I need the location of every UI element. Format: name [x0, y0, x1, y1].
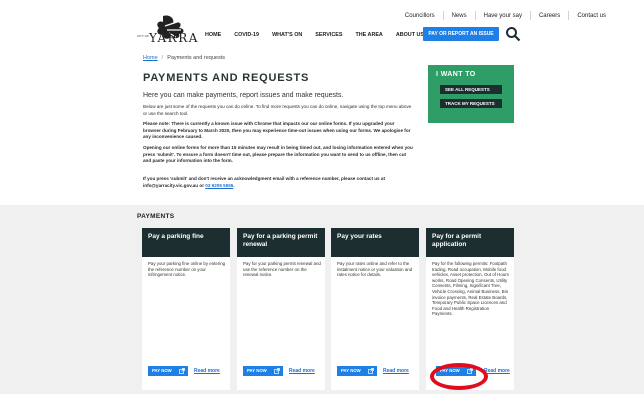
- timeout-notice-text: Opening our online forms for more than 1…: [143, 145, 413, 163]
- pay-now-label: PAY NOW: [341, 368, 361, 373]
- track-my-requests-button[interactable]: TRACK MY REQUESTS: [440, 99, 502, 109]
- card-title: Pay your rates: [331, 228, 419, 257]
- nav-whats-on[interactable]: WHAT'S ON: [272, 32, 302, 38]
- highlight-circle: [430, 363, 488, 390]
- utility-link-careers[interactable]: Careers: [531, 13, 568, 19]
- card-title: Pay for a parking permit renewal: [237, 228, 325, 257]
- main-nav: HOME COVID-19 WHAT'S ON SERVICES THE ARE…: [205, 32, 437, 38]
- nav-the-area[interactable]: THE AREA: [355, 32, 382, 38]
- see-all-requests-button[interactable]: SEE ALL REQUESTS: [440, 85, 502, 95]
- site-header: CITY OF YARRA Councillors News Have your…: [0, 0, 644, 60]
- read-more-link[interactable]: Read more: [383, 368, 409, 374]
- utility-nav: Councillors News Have your say Careers C…: [397, 11, 614, 20]
- external-link-icon: [179, 368, 185, 374]
- nav-covid[interactable]: COVID-19: [234, 32, 259, 38]
- read-more-link[interactable]: Read more: [194, 368, 220, 374]
- utility-link-have-your-say[interactable]: Have your say: [476, 13, 530, 19]
- breadcrumb-home[interactable]: Home: [143, 55, 158, 61]
- payments-section: PAYMENTS Pay a parking fine Pay your par…: [0, 205, 644, 394]
- logo-small-text: CITY OF: [137, 34, 149, 38]
- card-rates: Pay your rates Pay your rates online and…: [331, 228, 419, 390]
- breadcrumb-separator: /: [161, 55, 164, 61]
- breadcrumb: Home / Payments and requests: [143, 55, 225, 61]
- card-title: Pay a parking fine: [142, 228, 230, 257]
- external-link-icon: [274, 368, 280, 374]
- read-more-link[interactable]: Read more: [289, 368, 315, 374]
- utility-link-councillors[interactable]: Councillors: [397, 13, 443, 19]
- external-link-icon: [368, 368, 374, 374]
- read-more-link[interactable]: Read more: [484, 368, 510, 374]
- timeout-notice: Opening our online forms for more than 1…: [143, 145, 413, 165]
- nav-services[interactable]: SERVICES: [315, 32, 342, 38]
- chrome-notice: Please note: There is currently a known …: [143, 121, 413, 141]
- page-title: PAYMENTS AND REQUESTS: [143, 72, 310, 84]
- utility-link-news[interactable]: News: [444, 13, 475, 19]
- chrome-notice-text: Please note: There is currently a known …: [143, 121, 411, 139]
- contact-notice: If you press 'submit' and don't receive …: [143, 176, 413, 189]
- search-icon[interactable]: [505, 26, 521, 42]
- card-description: Pay your rates online and refer to the i…: [337, 261, 413, 278]
- card-parking-permit: Pay for a parking permit renewal Pay for…: [237, 228, 325, 390]
- page-lead: Here you can make payments, report issue…: [143, 92, 344, 99]
- pay-now-label: PAY NOW: [152, 368, 172, 373]
- pay-now-button[interactable]: PAY NOW: [337, 366, 377, 376]
- pay-or-report-button[interactable]: PAY OR REPORT AN ISSUE: [423, 27, 499, 41]
- card-description: Pay for the following permits: Footpath …: [432, 261, 509, 317]
- card-description: Pay your parking fine online by entering…: [148, 261, 226, 278]
- nav-home[interactable]: HOME: [205, 32, 221, 38]
- i-want-to-title: I WANT TO: [436, 71, 476, 78]
- pay-now-button[interactable]: PAY NOW: [148, 366, 188, 376]
- logo-wordmark[interactable]: YARRA: [149, 31, 199, 45]
- payments-heading: PAYMENTS: [137, 213, 175, 220]
- nav-about-us[interactable]: ABOUT US: [396, 32, 424, 38]
- contact-notice-text: If you press 'submit' and don't receive …: [143, 176, 385, 188]
- contact-notice-end: .: [233, 182, 235, 188]
- breadcrumb-current: Payments and requests: [167, 55, 225, 61]
- card-title: Pay for a permit application: [426, 228, 514, 257]
- pay-now-button[interactable]: PAY NOW: [243, 366, 283, 376]
- pay-now-label: PAY NOW: [247, 368, 267, 373]
- phone-link[interactable]: 03 9205 5555: [205, 183, 233, 188]
- card-description: Pay for your parking permit renewal and …: [243, 261, 321, 278]
- intro-paragraph: Below are just some of the requests you …: [143, 104, 412, 116]
- utility-link-contact[interactable]: Contact us: [569, 13, 614, 19]
- i-want-to-panel: I WANT TO SEE ALL REQUESTS TRACK MY REQU…: [428, 65, 514, 123]
- card-parking-fine: Pay a parking fine Pay your parking fine…: [142, 228, 230, 390]
